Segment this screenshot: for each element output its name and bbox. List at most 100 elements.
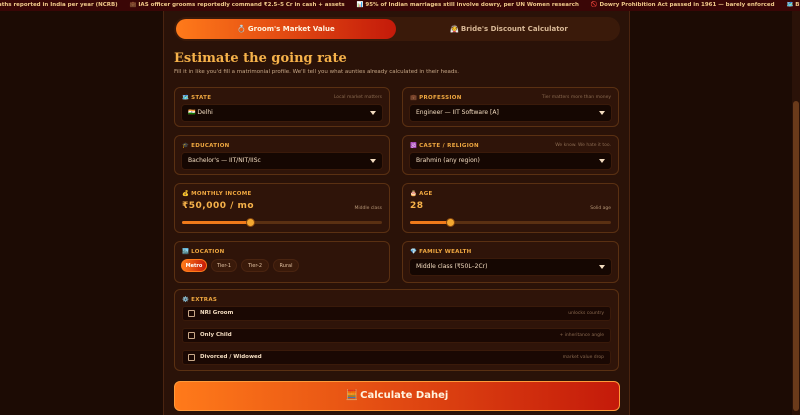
location-label: 🏙️ LOCATION: [182, 249, 224, 255]
bride-icon: 👰: [450, 25, 459, 33]
gem-icon: 💎: [410, 249, 418, 255]
extras-label: ⚙️ EXTRAS: [182, 297, 217, 303]
cake-icon: 🎂: [410, 191, 418, 197]
page-subtitle: Fill it in like you'd fill a matrimonial…: [174, 69, 460, 75]
page-title: Estimate the going rate: [174, 51, 347, 66]
income-note: Middle class: [354, 206, 382, 211]
divorced-checkbox[interactable]: [188, 354, 195, 361]
om-icon: 🕉️: [410, 143, 418, 149]
mode-tabs: 💍 Groom's Market Value 👰 Bride's Discount …: [174, 17, 620, 41]
income-value: ₹50,000 / mo: [182, 201, 255, 211]
ticker-item: 🚫 Dowry Prohibition Act passed in 1961 —…: [590, 2, 775, 8]
tab-label: Bride's Discount Calculator: [460, 25, 568, 33]
news-ticker: aths reported in India per year (NCRB) 💼…: [0, 0, 800, 11]
income-slider-fill: [182, 221, 250, 224]
scrollbar-thumb[interactable]: [793, 101, 799, 411]
state-card: 🗺️ STATE Local market matters 🇮🇳 Delhi: [174, 87, 390, 127]
extras-card: ⚙️ EXTRAS NRI Groom unlocks country Only …: [174, 289, 619, 371]
ticker-item: 💼 IAS officer grooms reportedly command …: [129, 2, 345, 8]
age-slider[interactable]: [410, 218, 611, 227]
city-icon: 🏙️: [182, 249, 190, 255]
extras-label-text: EXTRAS: [191, 297, 218, 303]
age-label-text: AGE: [419, 191, 433, 197]
briefcase-icon: 💼: [410, 95, 418, 101]
calculate-dahej-button[interactable]: 🧮 Calculate Dahej: [174, 381, 620, 411]
extra-label: Only Child: [200, 332, 232, 338]
caste-card: 🕉️ CASTE / RELIGION We know. We hate it t…: [402, 135, 619, 175]
income-label-text: MONTHLY INCOME: [191, 191, 252, 197]
caste-label: 🕉️ CASTE / RELIGION: [410, 143, 479, 149]
education-select[interactable]: Bachelor's — IIT/NIT/IISc: [181, 152, 383, 170]
calculate-button-label: Calculate Dahej: [360, 390, 449, 401]
tab-groom-market-value[interactable]: 💍 Groom's Market Value: [176, 19, 396, 39]
caste-select[interactable]: Brahmin (any region): [409, 152, 612, 170]
chevron-down-icon: [370, 159, 376, 163]
location-option-tier2[interactable]: Tier-2: [241, 259, 269, 272]
wealth-select[interactable]: Middle class (₹50L–2Cr): [409, 258, 612, 276]
profession-select[interactable]: Engineer — IIT Software [A]: [409, 104, 612, 122]
calculator-panel: 💍 Groom's Market Value 👰 Bride's Discount …: [163, 11, 630, 415]
age-label: 🎂 AGE: [410, 191, 433, 197]
caste-hint: We know. We hate it too.: [555, 143, 611, 148]
tab-bride-discount-calculator[interactable]: 👰 Bride's Discount Calculator: [400, 19, 618, 39]
extra-note: market value drop: [562, 355, 604, 360]
extra-option-nri[interactable]: NRI Groom unlocks country: [182, 306, 611, 321]
profession-label-text: PROFESSION: [419, 95, 462, 101]
extra-option-divorced[interactable]: Divorced / Widowed market value drop: [182, 350, 611, 365]
state-value: 🇮🇳 Delhi: [188, 109, 213, 116]
extra-label: NRI Groom: [200, 310, 234, 316]
location-option-tier1[interactable]: Tier-1: [211, 259, 237, 272]
location-option-metro[interactable]: Metro: [181, 259, 207, 272]
income-card: 💰 MONTHLY INCOME ₹50,000 / mo Middle clas…: [174, 183, 390, 233]
wealth-label-text: FAMILY WEALTH: [419, 249, 472, 255]
map-icon: 🗺️: [182, 95, 190, 101]
graduation-cap-icon: 🎓: [182, 143, 190, 149]
age-slider-thumb[interactable]: [445, 218, 455, 227]
chevron-down-icon: [599, 111, 605, 115]
profession-card: 💼 PROFESSION Tier matters more than money…: [402, 87, 619, 127]
ring-icon: 💍: [237, 25, 246, 33]
caste-label-text: CASTE / RELIGION: [419, 143, 479, 149]
income-slider-thumb[interactable]: [245, 218, 255, 227]
tab-label: Groom's Market Value: [247, 25, 335, 33]
only-child-checkbox[interactable]: [188, 332, 195, 339]
page-scrollbar[interactable]: [792, 11, 800, 415]
state-label: 🗺️ STATE: [182, 95, 211, 101]
extra-label: Divorced / Widowed: [200, 354, 262, 360]
income-slider[interactable]: [182, 218, 382, 227]
profession-label: 💼 PROFESSION: [410, 95, 462, 101]
age-slider-fill: [410, 221, 451, 224]
profession-hint: Tier matters more than money: [541, 95, 611, 100]
extra-note: + inheritance angle: [559, 333, 604, 338]
education-value: Bachelor's — IIT/NIT/IISc: [188, 157, 261, 164]
education-label-text: EDUCATION: [191, 143, 230, 149]
state-select[interactable]: 🇮🇳 Delhi: [181, 104, 383, 122]
location-option-rural[interactable]: Rural: [273, 259, 299, 272]
chevron-down-icon: [370, 111, 376, 115]
income-label: 💰 MONTHLY INCOME: [182, 191, 252, 197]
extra-option-only-child[interactable]: Only Child + inheritance angle: [182, 328, 611, 343]
education-card: 🎓 EDUCATION Bachelor's — IIT/NIT/IISc: [174, 135, 390, 175]
profession-value: Engineer — IIT Software [A]: [416, 109, 499, 116]
ticker-item: 🗺️ Bihar, UP, Haryana lead in: [786, 2, 800, 8]
extra-note: unlocks country: [568, 311, 604, 316]
wealth-label: 💎 FAMILY WEALTH: [410, 249, 472, 255]
nri-checkbox[interactable]: [188, 310, 195, 317]
gear-icon: ⚙️: [182, 297, 190, 303]
caste-value: Brahmin (any region): [416, 157, 480, 164]
age-value: 28: [410, 201, 424, 211]
location-card: 🏙️ LOCATION Metro Tier-1 Tier-2 Rural: [174, 241, 390, 283]
age-card: 🎂 AGE 28 Solid age: [402, 183, 619, 233]
state-hint: Local market matters: [333, 95, 382, 100]
location-label-text: LOCATION: [191, 249, 225, 255]
chevron-down-icon: [599, 265, 605, 269]
calculator-icon: 🧮: [345, 390, 359, 401]
wealth-value: Middle class (₹50L–2Cr): [416, 263, 488, 270]
ticker-item: aths reported in India per year (NCRB): [0, 2, 118, 8]
money-bag-icon: 💰: [182, 191, 190, 197]
chevron-down-icon: [599, 159, 605, 163]
state-label-text: STATE: [191, 95, 212, 101]
age-note: Solid age: [590, 206, 611, 211]
wealth-card: 💎 FAMILY WEALTH Middle class (₹50L–2Cr): [402, 241, 619, 283]
ticker-item: 📊 95% of Indian marriages still involve …: [356, 2, 579, 8]
